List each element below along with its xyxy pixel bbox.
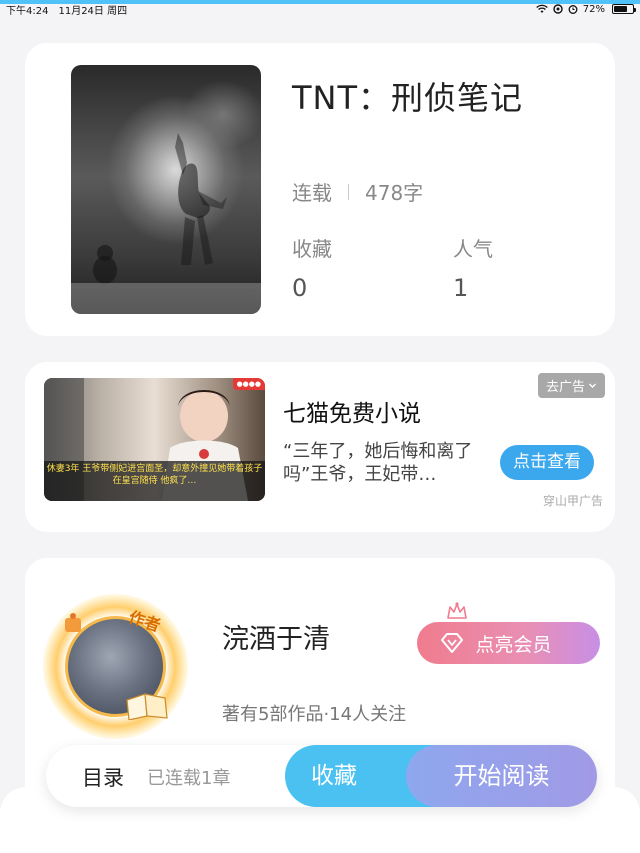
book-meta: 连载 478字: [292, 177, 423, 206]
location-icon: [553, 4, 563, 14]
battery-fill: [614, 6, 627, 12]
ad-title: 七猫免费小说: [283, 401, 421, 427]
ad-image-caption: 休妻3年 王爷带侧妃进宫面圣，却意外撞见她带着孩子 在皇宫随侍 他疯了…: [44, 461, 265, 501]
vip-button-label: 点亮会员: [475, 633, 552, 656]
bottom-action-bar: 目录 已连载1章 收藏 开始阅读: [46, 745, 597, 807]
author-works-info: 著有5部作品·14人关注: [222, 704, 407, 725]
book-icon: [126, 693, 168, 720]
battery-icon: [612, 4, 636, 14]
stat-popularity: 人气 1: [453, 233, 493, 302]
alarm-icon: [568, 5, 578, 14]
pin-icon: [65, 613, 81, 632]
remove-ad-label: 去广告: [545, 380, 585, 395]
status-date: 11月24日 周四: [58, 5, 128, 17]
battery-percent: 72%: [582, 3, 605, 15]
start-reading-button[interactable]: 开始阅读: [406, 745, 597, 807]
chevron-down-icon: [589, 383, 596, 388]
crown-icon: [447, 602, 467, 619]
book-status: 连载: [292, 181, 332, 205]
stat-favorites-label: 收藏: [292, 237, 332, 261]
author-avatar-frame[interactable]: 作者: [43, 594, 188, 739]
status-bar: 下午4:24 11月24日 周四 72%: [0, 0, 640, 18]
stat-favorites-value: 0: [292, 274, 308, 302]
toc-button[interactable]: 目录: [82, 762, 124, 792]
chapter-progress: 已连载1章: [147, 768, 231, 789]
remove-ad-button[interactable]: 去广告: [537, 373, 605, 398]
meta-divider: [348, 183, 349, 200]
book-title: TNT：刑侦笔记: [292, 79, 524, 117]
ad-image-corner-tag: ●●●●: [232, 378, 265, 390]
stat-popularity-label: 人气: [453, 237, 493, 261]
diamond-icon: [441, 633, 464, 653]
activate-vip-button[interactable]: 点亮会员: [417, 622, 600, 664]
wifi-icon: [536, 4, 548, 13]
stat-favorites: 收藏 0: [292, 233, 332, 302]
book-info-card[interactable]: TNT：刑侦笔记 连载 478字 收藏 0 人气 1: [25, 43, 615, 336]
ad-source: 穿山甲广告: [542, 494, 603, 508]
book-word-count: 478字: [365, 181, 424, 205]
ad-card[interactable]: ●●●● 休妻3年 王爷带侧妃进宫面圣，却意外撞见她带着孩子 在皇宫随侍 他疯了…: [25, 362, 615, 532]
stat-popularity-value: 1: [453, 274, 469, 302]
ad-image[interactable]: ●●●● 休妻3年 王爷带侧妃进宫面圣，却意外撞见她带着孩子 在皇宫随侍 他疯了…: [44, 378, 265, 501]
status-time: 下午4:24: [6, 5, 49, 17]
ad-description: “三年了，她后悔和离了吗”王爷，王妃带…: [283, 441, 473, 485]
book-cover-image[interactable]: [71, 65, 261, 314]
author-name[interactable]: 浣酒于清: [222, 617, 330, 656]
ad-view-button[interactable]: 点击查看: [500, 445, 594, 480]
